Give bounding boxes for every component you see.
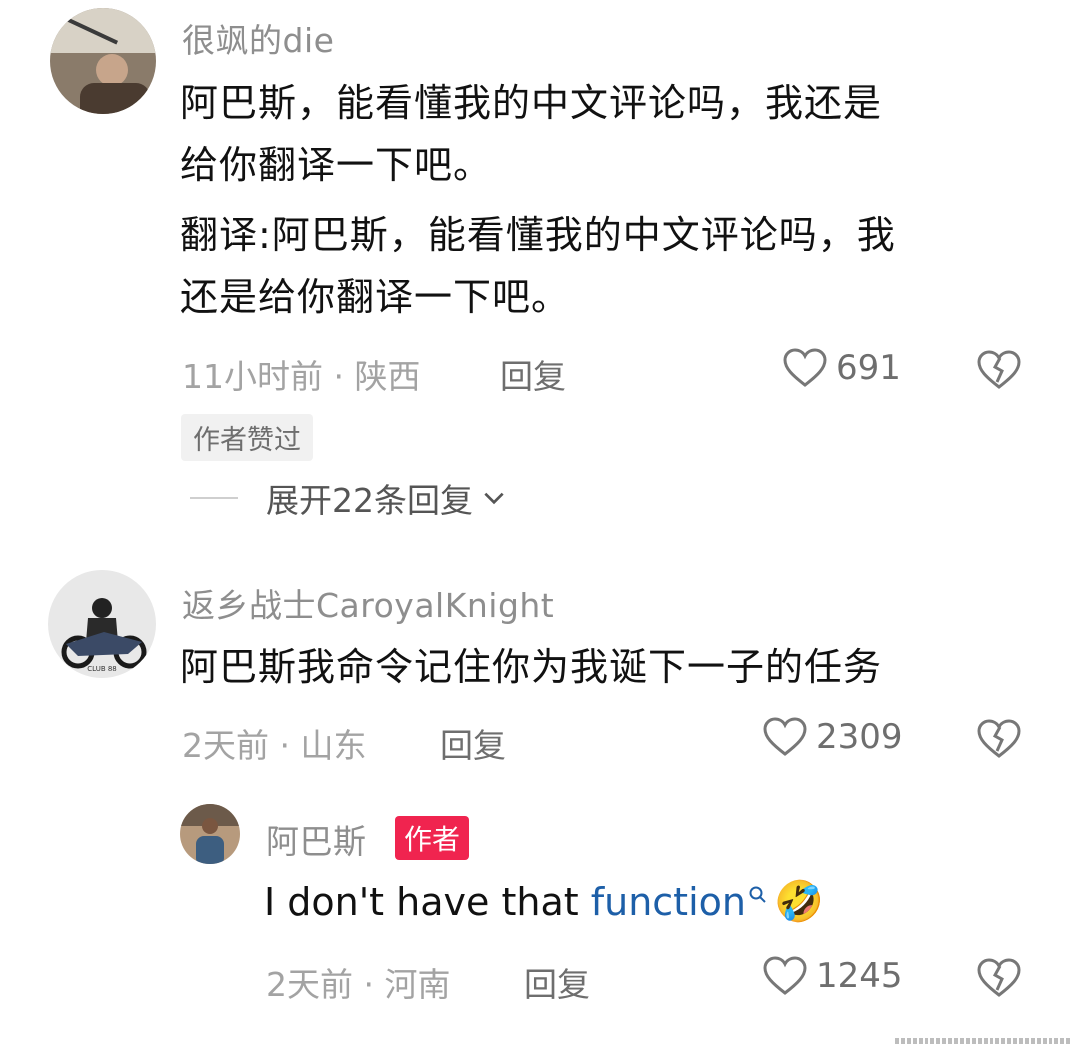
chevron-down-icon bbox=[484, 492, 504, 505]
reply-button[interactable]: 回复 bbox=[440, 719, 506, 767]
comment-username[interactable]: 很飒的die bbox=[182, 14, 334, 62]
avatar[interactable] bbox=[50, 8, 156, 114]
reply-button[interactable]: 回复 bbox=[500, 350, 566, 398]
reply-meta: 2天前 · 河南 bbox=[266, 965, 451, 1004]
author-badge: 作者 bbox=[395, 816, 470, 860]
search-icon[interactable] bbox=[748, 885, 768, 905]
divider bbox=[190, 497, 238, 499]
like-count: 2309 bbox=[816, 717, 903, 757]
avatar[interactable]: CLUB 88 bbox=[48, 570, 156, 678]
search-link[interactable]: function bbox=[591, 880, 746, 924]
broken-heart-icon[interactable] bbox=[976, 957, 1022, 999]
heart-outline-icon bbox=[763, 956, 807, 995]
comment-text: 阿巴斯我命令记住你为我诞下一子的任务 bbox=[180, 645, 883, 689]
like-count: 1245 bbox=[816, 956, 903, 996]
avatar-image bbox=[50, 8, 156, 114]
comment-text-line: 给你翻译一下吧。 bbox=[180, 143, 493, 187]
home-indicator bbox=[895, 1038, 1071, 1044]
comment-text-line: 还是给你翻译一下吧。 bbox=[180, 275, 571, 319]
laughing-emoji-icon: 🤣 bbox=[773, 879, 824, 925]
broken-heart-icon[interactable] bbox=[976, 349, 1022, 391]
reply-button[interactable]: 回复 bbox=[524, 958, 590, 1006]
comment-meta: 11小时前 · 陕西 bbox=[182, 357, 421, 396]
like-button[interactable]: 691 bbox=[782, 347, 901, 389]
comment-username[interactable]: 返乡战士CaroyalKnight bbox=[182, 579, 554, 627]
heart-outline-icon bbox=[763, 717, 807, 756]
reply-username[interactable]: 阿巴斯 bbox=[266, 815, 367, 863]
avatar-image bbox=[180, 804, 240, 864]
comment-text-line: 阿巴斯，能看懂我的中文评论吗，我还是 bbox=[180, 81, 883, 125]
avatar[interactable] bbox=[180, 804, 240, 864]
expand-replies-button[interactable]: 展开22条回复 bbox=[190, 474, 507, 522]
like-count: 691 bbox=[836, 348, 901, 388]
avatar-image: CLUB 88 bbox=[48, 570, 156, 678]
comment-meta: 2天前 · 山东 bbox=[182, 726, 367, 765]
author-liked-badge: 作者赞过 bbox=[181, 414, 313, 461]
reply-text: I don't have that function 🤣 bbox=[264, 878, 824, 925]
reply-text-plain: I don't have that bbox=[264, 879, 591, 924]
like-button[interactable]: 1245 bbox=[762, 955, 903, 997]
broken-heart-icon[interactable] bbox=[976, 718, 1022, 760]
heart-outline-icon bbox=[783, 348, 827, 387]
like-button[interactable]: 2309 bbox=[762, 716, 903, 758]
expand-replies-label: 展开22条回复 bbox=[266, 481, 473, 520]
svg-text:CLUB 88: CLUB 88 bbox=[87, 665, 117, 673]
comment-text-line: 翻译:阿巴斯，能看懂我的中文评论吗，我 bbox=[180, 213, 896, 257]
